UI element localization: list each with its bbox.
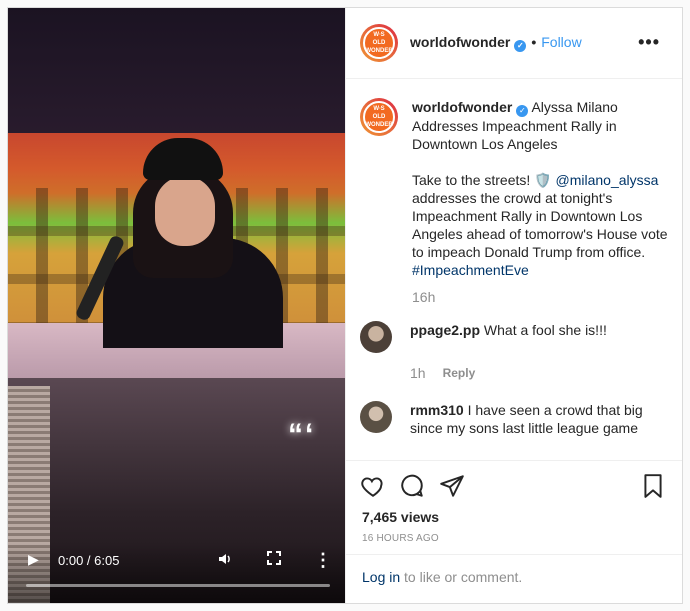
dot-separator: • — [531, 34, 537, 50]
hashtag-link[interactable]: #ImpeachmentEve — [412, 262, 529, 278]
username-link[interactable]: worldofwonder — [410, 34, 510, 50]
caption-time: 16h — [412, 289, 436, 305]
caption-text: worldofwonder ✓ Alyssa Milano Addresses I… — [412, 98, 668, 279]
video-frame-image: “‘ — [8, 8, 345, 603]
login-prompt-text: to like or comment. — [400, 569, 523, 585]
caption-body-end: addresses the crowd at tonight's Impeach… — [412, 190, 668, 260]
more-vertical-icon[interactable]: ⋮ — [314, 551, 332, 569]
fullscreen-icon[interactable] — [265, 551, 283, 569]
commenter-avatar[interactable] — [360, 401, 392, 433]
verified-icon: ✓ — [514, 40, 527, 52]
bookmark-icon[interactable] — [640, 473, 666, 499]
heart-icon[interactable] — [360, 473, 386, 499]
caption-avatar[interactable]: W∙S OLD WONDER — [360, 98, 398, 136]
comment-time: 1h — [410, 365, 426, 381]
avatar-logo: W∙S OLD WONDER — [363, 27, 395, 59]
video-player[interactable]: “‘ ▶ 0:00 / 6:05 ⋮ — [8, 8, 345, 603]
comment-username[interactable]: ppage2.pp — [410, 322, 480, 338]
caption: W∙S OLD WONDER worldofwonder ✓ Alyssa Milan… — [360, 98, 668, 279]
login-link[interactable]: Log in — [362, 569, 400, 585]
header-username: worldofwonder ✓ • Follow — [410, 34, 582, 52]
avatar[interactable]: W∙S OLD WONDER — [360, 24, 398, 62]
post-timestamp: 16 HOURS AGO — [362, 533, 439, 544]
comment-icon[interactable] — [399, 473, 425, 499]
play-icon[interactable]: ▶ — [28, 551, 44, 567]
caption-body-start: Take to the streets! 🛡️ — [412, 172, 556, 188]
post-header: W∙S OLD WONDER worldofwonder ✓ • Follow ••• — [346, 8, 682, 79]
post-sidebar: W∙S OLD WONDER worldofwonder ✓ • Follow ••• W… — [345, 8, 682, 603]
follow-button[interactable]: Follow — [541, 34, 581, 50]
caption-username[interactable]: worldofwonder — [412, 99, 512, 115]
comment-text: rmm310 I have seen a crowd that big sinc… — [410, 401, 660, 437]
commenter-avatar[interactable] — [360, 321, 392, 353]
reply-button[interactable]: Reply — [443, 366, 476, 381]
comment-meta: 1h Reply — [410, 365, 668, 381]
comment-row: rmm310 I have seen a crowd that big sinc… — [360, 401, 668, 437]
comment-body: What a fool she is!!! — [483, 322, 607, 338]
video-time: 0:00 / 6:05 — [58, 553, 120, 568]
view-count[interactable]: 7,465 views — [362, 509, 439, 525]
video-controls: ▶ 0:00 / 6:05 ⋮ — [8, 543, 345, 603]
login-prompt: Log in to like or comment. — [346, 554, 682, 603]
share-icon[interactable] — [439, 473, 465, 499]
video-progress-bar[interactable] — [26, 584, 330, 587]
more-options-icon[interactable]: ••• — [638, 32, 660, 53]
verified-icon: ✓ — [516, 105, 529, 117]
comment-text: ppage2.pp What a fool she is!!! — [410, 321, 660, 353]
volume-icon[interactable] — [216, 551, 234, 569]
comments-section: W∙S OLD WONDER worldofwonder ✓ Alyssa Milan… — [346, 80, 682, 460]
post-frame: “‘ ▶ 0:00 / 6:05 ⋮ W∙S OLD WONDER worldo… — [7, 7, 683, 604]
actions-section: 7,465 views 16 HOURS AGO — [346, 460, 682, 554]
comment-row: ppage2.pp What a fool she is!!! — [360, 321, 668, 353]
mention-link[interactable]: @milano_alyssa — [556, 172, 659, 188]
comment-username[interactable]: rmm310 — [410, 402, 464, 418]
